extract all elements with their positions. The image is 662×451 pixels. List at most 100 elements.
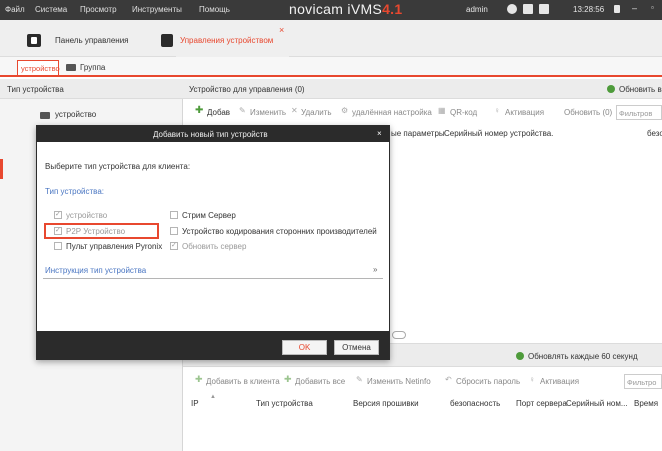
refresh-icon[interactable] xyxy=(607,85,615,93)
qr-code-icon[interactable]: ▦ xyxy=(438,106,446,115)
menu-view[interactable]: Просмотр xyxy=(80,5,117,14)
calendar-icon[interactable] xyxy=(539,4,549,14)
add-all-icon[interactable]: ✚ xyxy=(284,374,292,384)
auto-refresh-label: Обновлять каждые 60 секунд xyxy=(528,352,638,361)
tab-group[interactable]: Группа xyxy=(80,63,105,72)
qr-code-button[interactable]: QR-код xyxy=(450,108,477,117)
add-button[interactable]: Добав xyxy=(207,108,230,117)
dialog-footer: OK Отмена xyxy=(37,331,389,360)
maximize-button[interactable]: ▫ xyxy=(651,3,654,12)
dialog-title-bar: Добавить новый тип устройств × xyxy=(37,126,389,142)
divider xyxy=(43,278,383,279)
sort-icon[interactable]: ▲ xyxy=(210,394,216,400)
third-party-encoder-option-label[interactable]: Устройство кодирования сторонних произво… xyxy=(182,227,377,236)
menu-help[interactable]: Помощь xyxy=(199,5,230,14)
main-tab-bar: Панель управления Управления устройством… xyxy=(0,20,662,57)
device-type-title: Тип устройства xyxy=(7,85,64,94)
filter-input[interactable]: Фильтро xyxy=(624,374,662,389)
edit-button[interactable]: Изменить xyxy=(250,108,286,117)
add-to-client-button[interactable]: Добавить в клиента xyxy=(206,377,280,386)
title-bar: Файл Система Просмотр Инструменты Помощь… xyxy=(0,0,662,20)
add-icon[interactable]: ✚ xyxy=(195,105,203,116)
device-type-item[interactable]: устройство xyxy=(55,110,96,119)
menu-file[interactable]: Файл xyxy=(5,5,25,14)
close-tab-icon[interactable]: × xyxy=(279,25,284,35)
monitor-icon[interactable] xyxy=(523,4,533,14)
column-header[interactable]: Время xyxy=(634,399,658,408)
tab-device-label[interactable]: устройство xyxy=(21,64,60,73)
group-icon xyxy=(66,64,76,71)
pyronix-checkbox[interactable] xyxy=(54,242,62,250)
device-type-instruction-link[interactable]: Инструкция тип устройства xyxy=(45,266,146,275)
remote-config-button[interactable]: удалённая настройка xyxy=(352,108,432,117)
control-panel-tab[interactable]: Панель управления xyxy=(55,36,129,45)
device-type-header: Тип устройства xyxy=(0,79,183,99)
stream-server-checkbox[interactable] xyxy=(170,211,178,219)
expand-icon[interactable]: » xyxy=(373,265,377,274)
edit-icon[interactable]: ✎ xyxy=(239,106,247,115)
device-option-label[interactable]: устройство xyxy=(66,211,107,220)
reset-password-button[interactable]: Сбросить пароль xyxy=(456,377,520,386)
add-to-client-icon[interactable]: ✚ xyxy=(195,374,203,384)
column-header[interactable]: Тип устройства xyxy=(256,399,313,408)
close-icon[interactable]: × xyxy=(377,129,382,138)
cancel-button[interactable]: Отмена xyxy=(334,340,379,355)
dialog-instruction: Выберите тип устройства для клиента: xyxy=(45,162,191,171)
lock-icon[interactable] xyxy=(614,5,620,13)
activate-icon[interactable]: ♀ xyxy=(529,375,537,384)
online-devices-toolbar: ✚ Добавить в клиента ✚ Добавить все ✎ Из… xyxy=(183,367,662,395)
control-panel-icon[interactable] xyxy=(27,34,41,47)
column-header[interactable]: IP xyxy=(191,399,199,408)
minimize-button[interactable]: – xyxy=(632,3,637,13)
menu-tools[interactable]: Инструменты xyxy=(132,5,182,14)
reset-password-icon[interactable]: ↶ xyxy=(445,375,453,384)
third-party-encoder-checkbox[interactable] xyxy=(170,227,178,235)
online-devices-table-body xyxy=(183,411,662,451)
device-icon xyxy=(40,112,50,119)
activate-button[interactable]: Активация xyxy=(540,377,579,386)
edit-netinfo-icon[interactable]: ✎ xyxy=(356,375,364,384)
sub-tab-bar: устройство Группа xyxy=(0,57,662,77)
device-table-header: ые параметры Серийный номер устройства. … xyxy=(370,125,662,141)
column-header[interactable]: Серийный номер устройства. xyxy=(444,129,553,138)
column-header[interactable]: Серийный ном... xyxy=(566,399,628,408)
delete-button[interactable]: Удалить xyxy=(301,108,332,117)
pyronix-option-label[interactable]: Пульт управления Pyronix xyxy=(66,242,162,251)
delete-icon[interactable]: ✕ xyxy=(291,106,299,115)
refresh-all-button[interactable]: Обновить в xyxy=(619,85,662,94)
globe-icon[interactable] xyxy=(507,4,517,14)
app-logo: novicam iVMS4.1 xyxy=(289,1,402,17)
column-header[interactable]: Порт сервера xyxy=(516,399,567,408)
update-server-checkbox[interactable] xyxy=(170,241,178,250)
auto-refresh-icon xyxy=(516,352,524,360)
highlight-box xyxy=(44,223,159,239)
brand-name: novicam iVMS xyxy=(289,1,383,17)
managed-devices-title: Устройство для управления (0) xyxy=(189,85,305,94)
column-header[interactable]: Версия прошивки xyxy=(353,399,419,408)
activate-button[interactable]: Активация xyxy=(505,108,544,117)
remote-config-icon[interactable]: ⚙ xyxy=(341,106,349,115)
selection-indicator xyxy=(0,159,3,179)
online-devices-table-header: IP ▲ Тип устройства Версия прошивки безо… xyxy=(183,394,662,411)
column-header[interactable]: ые параметры xyxy=(391,129,445,138)
stream-server-option-label[interactable]: Стрим Сервер xyxy=(182,211,236,220)
device-management-icon[interactable] xyxy=(161,34,173,47)
user-name: admin xyxy=(466,5,488,14)
scrollbar-handle[interactable] xyxy=(392,331,406,339)
column-header[interactable]: безопасность xyxy=(450,399,500,408)
ok-button[interactable]: OK xyxy=(282,340,327,355)
brand-version: 4.1 xyxy=(382,1,403,17)
change-netinfo-button[interactable]: Изменить Netinfo xyxy=(367,377,431,386)
update-server-option-label[interactable]: Обновить сервер xyxy=(182,242,246,251)
device-type-label: Тип устройства: xyxy=(45,187,104,196)
activate-icon[interactable]: ♀ xyxy=(494,106,502,115)
refresh-button[interactable]: Обновить (0) xyxy=(564,108,612,117)
managed-devices-header: Устройство для управления (0) Обновить в xyxy=(183,79,662,99)
filter-input[interactable]: Фильтров xyxy=(616,105,662,120)
add-all-button[interactable]: Добавить все xyxy=(295,377,345,386)
device-checkbox[interactable] xyxy=(54,210,62,219)
menu-system[interactable]: Система xyxy=(35,5,67,14)
column-header[interactable]: безо xyxy=(647,129,662,138)
tab-device[interactable]: устройство xyxy=(17,60,60,75)
device-management-tab-label[interactable]: Управления устройством xyxy=(180,36,273,45)
